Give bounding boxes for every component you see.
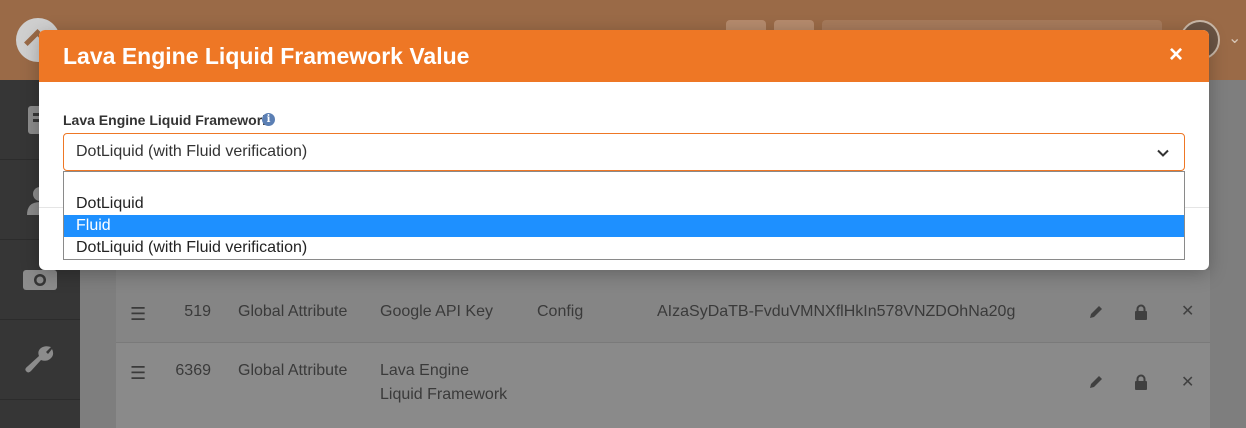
framework-select[interactable]: DotLiquid (with Fluid verification) xyxy=(63,133,1185,171)
security-button[interactable] xyxy=(1134,304,1148,328)
table-row[interactable]: ☰ 519 Global Attribute Google API Key Co… xyxy=(116,286,1210,343)
row-entity: Global Attribute xyxy=(238,303,348,320)
row-value: AIzaSyDaTB-FvduVMNXflHkIn578VNZDOhNa20g xyxy=(657,303,1016,320)
close-icon[interactable]: ✕ xyxy=(1181,300,1194,324)
modal-title: Lava Engine Liquid Framework Value xyxy=(63,43,470,69)
row-entity: Global Attribute xyxy=(238,362,348,379)
row-id: 519 xyxy=(184,303,211,320)
edit-button[interactable] xyxy=(1088,304,1104,328)
table-row[interactable]: ☰ 6369 Global Attribute Lava Engine Liqu… xyxy=(116,343,1210,428)
lock-icon xyxy=(1135,304,1147,320)
select-option-fluid[interactable]: Fluid xyxy=(64,215,1184,237)
close-icon[interactable]: ✕ xyxy=(1181,371,1194,395)
select-value: DotLiquid (with Fluid verification) xyxy=(76,143,308,160)
select-options-list[interactable]: DotLiquid Fluid DotLiquid (with Fluid ve… xyxy=(63,171,1185,260)
select-option-dotliquid[interactable]: DotLiquid xyxy=(64,193,1184,215)
lock-icon xyxy=(1135,374,1147,390)
row-name: Google API Key xyxy=(380,303,493,320)
sidebar-item-admin-tools[interactable] xyxy=(0,320,80,400)
chevron-down-icon xyxy=(1156,146,1170,165)
modal-header: Lava Engine Liquid Framework Value × xyxy=(39,30,1209,82)
security-button[interactable] xyxy=(1134,374,1148,398)
close-icon[interactable]: × xyxy=(1169,42,1183,68)
attribute-value-modal: Lava Engine Liquid Framework Value × Lav… xyxy=(39,30,1209,270)
info-icon[interactable]: i xyxy=(262,113,275,126)
pencil-icon xyxy=(1090,376,1102,388)
chevron-down-icon[interactable]: ⌄ xyxy=(1228,28,1241,48)
wrench-icon xyxy=(25,345,54,372)
select-option-empty[interactable] xyxy=(64,173,1184,195)
edit-button[interactable] xyxy=(1088,374,1104,398)
money-icon xyxy=(23,269,57,290)
drag-handle-icon[interactable]: ☰ xyxy=(130,302,146,326)
pencil-icon xyxy=(1090,306,1102,318)
drag-handle-icon[interactable]: ☰ xyxy=(130,361,146,385)
row-name-line2: Liquid Framework xyxy=(380,386,508,403)
row-id: 6369 xyxy=(175,362,211,379)
field-label: Lava Engine Liquid Framework xyxy=(63,112,270,128)
select-option-dotliquid-with-fluid[interactable]: DotLiquid (with Fluid verification) xyxy=(64,237,1184,259)
row-name-line1: Lava Engine xyxy=(380,362,469,379)
row-category: Config xyxy=(537,303,584,320)
